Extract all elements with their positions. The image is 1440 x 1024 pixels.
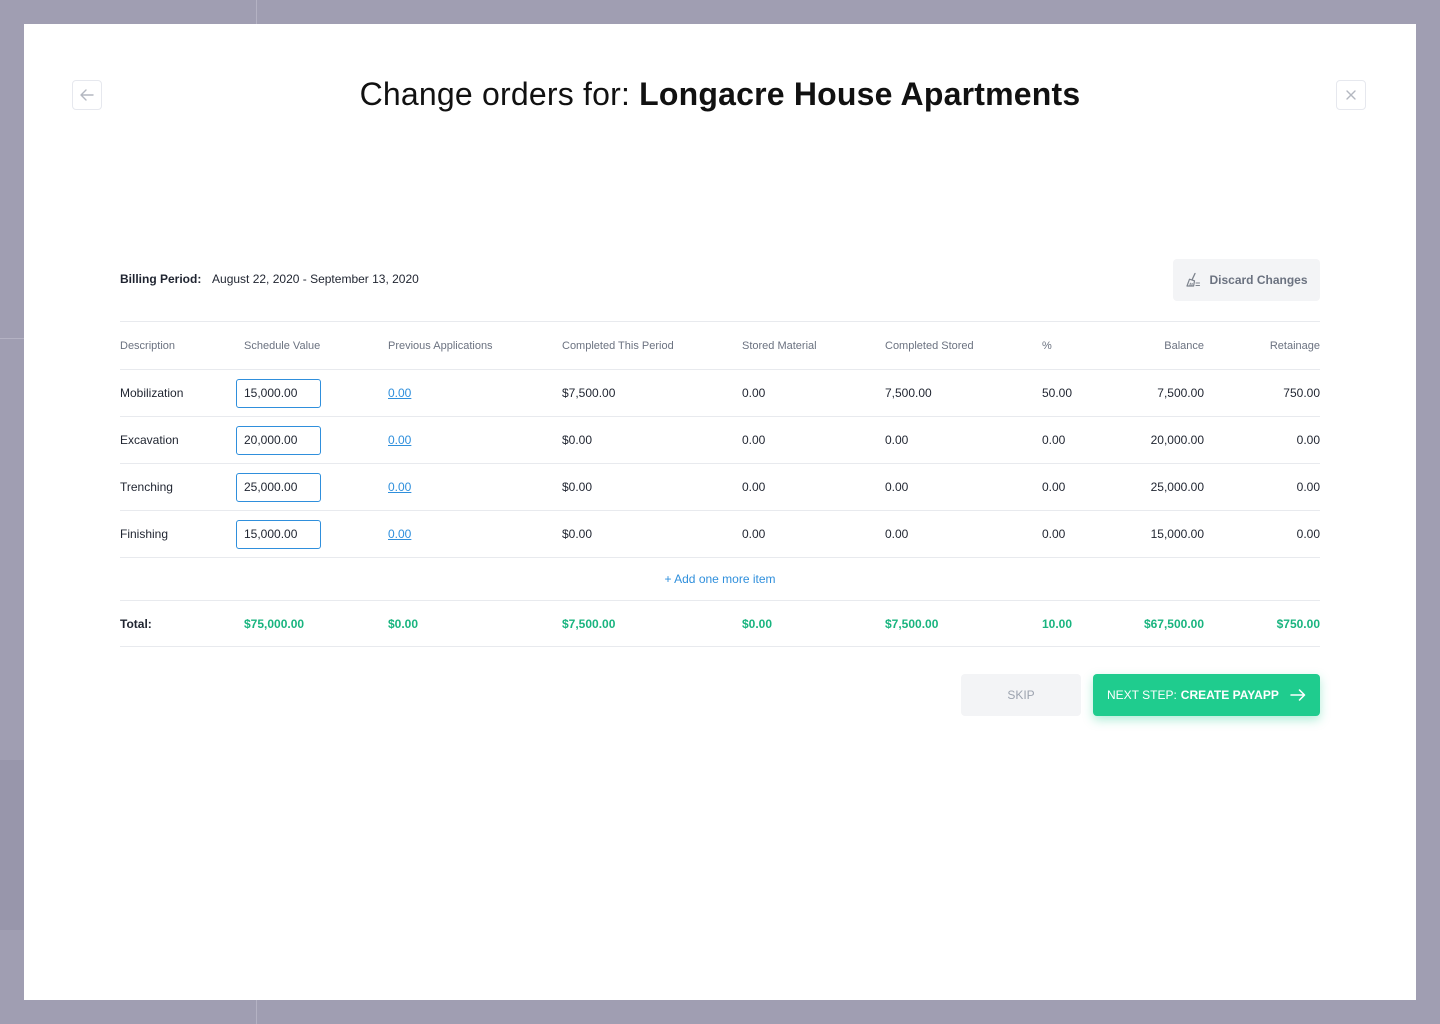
arrow-right-icon <box>1290 689 1306 701</box>
totals-row: Total: $75,000.00 $0.00 $7,500.00 $0.00 … <box>120 601 1320 646</box>
schedule-value-cell <box>236 417 334 463</box>
column-header: Completed Stored <box>885 339 974 352</box>
next-step-button[interactable]: NEXT STEP: CREATE PAYAPP <box>1093 674 1320 716</box>
next-step-prefix: NEXT STEP: <box>1107 688 1177 702</box>
total-schedule-value: $75,000.00 <box>244 616 305 631</box>
billing-period: Billing Period: August 22, 2020 - Septem… <box>120 272 419 286</box>
balance: 25,000.00 <box>1150 480 1204 494</box>
completed-this-period: $7,500.00 <box>562 386 616 400</box>
completed-stored: 7,500.00 <box>885 386 932 400</box>
title-prefix: Change orders for: <box>359 76 631 112</box>
billing-period-value: August 22, 2020 - September 13, 2020 <box>212 272 419 286</box>
total-completed-this-period: $7,500.00 <box>562 616 616 631</box>
schedule-value-input[interactable] <box>236 378 321 408</box>
balance: 20,000.00 <box>1150 433 1204 447</box>
total-percent: 10.00 <box>1042 616 1073 631</box>
percent-complete: 0.00 <box>1042 527 1066 541</box>
percent-complete: 50.00 <box>1042 386 1073 400</box>
close-button[interactable] <box>1336 80 1366 110</box>
totals-label: Total: <box>120 616 152 631</box>
column-header: Description <box>120 339 176 352</box>
previous-applications-link[interactable]: 0.00 <box>388 417 538 463</box>
discard-changes-button[interactable]: Discard Changes <box>1173 259 1320 301</box>
column-header: Retainage <box>1269 339 1320 352</box>
balance: 15,000.00 <box>1150 527 1204 541</box>
backdrop-divider <box>0 338 24 339</box>
completed-this-period: $0.00 <box>562 433 593 447</box>
retainage: 0.00 <box>1296 480 1320 494</box>
previous-applications-link[interactable]: 0.00 <box>388 464 538 510</box>
add-item-row: + Add one more item <box>120 558 1320 600</box>
discard-changes-label: Discard Changes <box>1209 273 1308 287</box>
completed-this-period: $0.00 <box>562 527 593 541</box>
column-header: Stored Material <box>742 339 817 352</box>
previous-applications-value[interactable]: 0.00 <box>388 433 411 447</box>
completed-this-period: $0.00 <box>562 480 593 494</box>
total-balance: $67,500.00 <box>1143 616 1204 631</box>
close-icon <box>1346 90 1356 100</box>
table-row: Finishing 0.00 $0.00 0.00 0.00 0.00 15,0… <box>120 511 1320 557</box>
backdrop-panel <box>0 760 24 930</box>
retainage: 750.00 <box>1283 386 1320 400</box>
previous-applications-link[interactable]: 0.00 <box>388 511 538 557</box>
previous-applications-value[interactable]: 0.00 <box>388 386 411 400</box>
table-divider <box>120 646 1320 647</box>
row-description: Trenching <box>120 480 173 494</box>
schedule-value-input[interactable] <box>236 472 321 502</box>
stored-material: 0.00 <box>742 386 766 400</box>
total-stored-material: $0.00 <box>742 616 773 631</box>
balance: 7,500.00 <box>1157 386 1204 400</box>
previous-applications-value[interactable]: 0.00 <box>388 527 411 541</box>
row-description: Excavation <box>120 433 179 447</box>
column-header: Completed This Period <box>562 339 674 352</box>
next-step-label: CREATE PAYAPP <box>1180 688 1279 702</box>
column-header: % <box>1042 339 1052 352</box>
column-header: Previous Applications <box>388 339 493 352</box>
previous-applications-link[interactable]: 0.00 <box>388 370 538 416</box>
completed-stored: 0.00 <box>885 527 909 541</box>
schedule-value-cell <box>236 370 334 416</box>
add-item-link[interactable]: + Add one more item <box>664 572 775 586</box>
table-row: Mobilization 0.00 $7,500.00 0.00 7,500.0… <box>120 370 1320 416</box>
column-header: Balance <box>1164 339 1204 352</box>
completed-stored: 0.00 <box>885 480 909 494</box>
row-description: Finishing <box>120 527 169 541</box>
completed-stored: 0.00 <box>885 433 909 447</box>
row-description: Mobilization <box>120 386 184 400</box>
percent-complete: 0.00 <box>1042 480 1066 494</box>
table-header: Description Schedule Value Previous Appl… <box>120 322 1320 369</box>
total-completed-stored: $7,500.00 <box>885 616 939 631</box>
page-title: Change orders for: Longacre House Apartm… <box>24 76 1416 113</box>
billing-period-label: Billing Period: <box>120 272 202 286</box>
retainage: 0.00 <box>1296 527 1320 541</box>
total-previous-applications: $0.00 <box>388 616 419 631</box>
stored-material: 0.00 <box>742 480 766 494</box>
stored-material: 0.00 <box>742 527 766 541</box>
project-name: Longacre House Apartments <box>639 76 1081 112</box>
broom-icon <box>1186 272 1201 287</box>
previous-applications-value[interactable]: 0.00 <box>388 480 411 494</box>
column-header: Schedule Value <box>244 339 321 352</box>
table-row: Excavation 0.00 $0.00 0.00 0.00 0.00 20,… <box>120 417 1320 463</box>
skip-button[interactable]: SKIP <box>961 674 1081 716</box>
total-retainage: $750.00 <box>1276 616 1320 631</box>
schedule-value-cell <box>236 464 334 510</box>
retainage: 0.00 <box>1296 433 1320 447</box>
schedule-value-input[interactable] <box>236 519 321 549</box>
schedule-value-cell <box>236 511 334 557</box>
change-orders-table: Description Schedule Value Previous Appl… <box>120 321 1320 647</box>
change-orders-modal: Change orders for: Longacre House Apartm… <box>24 24 1416 1000</box>
percent-complete: 0.00 <box>1042 433 1066 447</box>
table-row: Trenching 0.00 $0.00 0.00 0.00 0.00 25,0… <box>120 464 1320 510</box>
stored-material: 0.00 <box>742 433 766 447</box>
schedule-value-input[interactable] <box>236 425 321 455</box>
